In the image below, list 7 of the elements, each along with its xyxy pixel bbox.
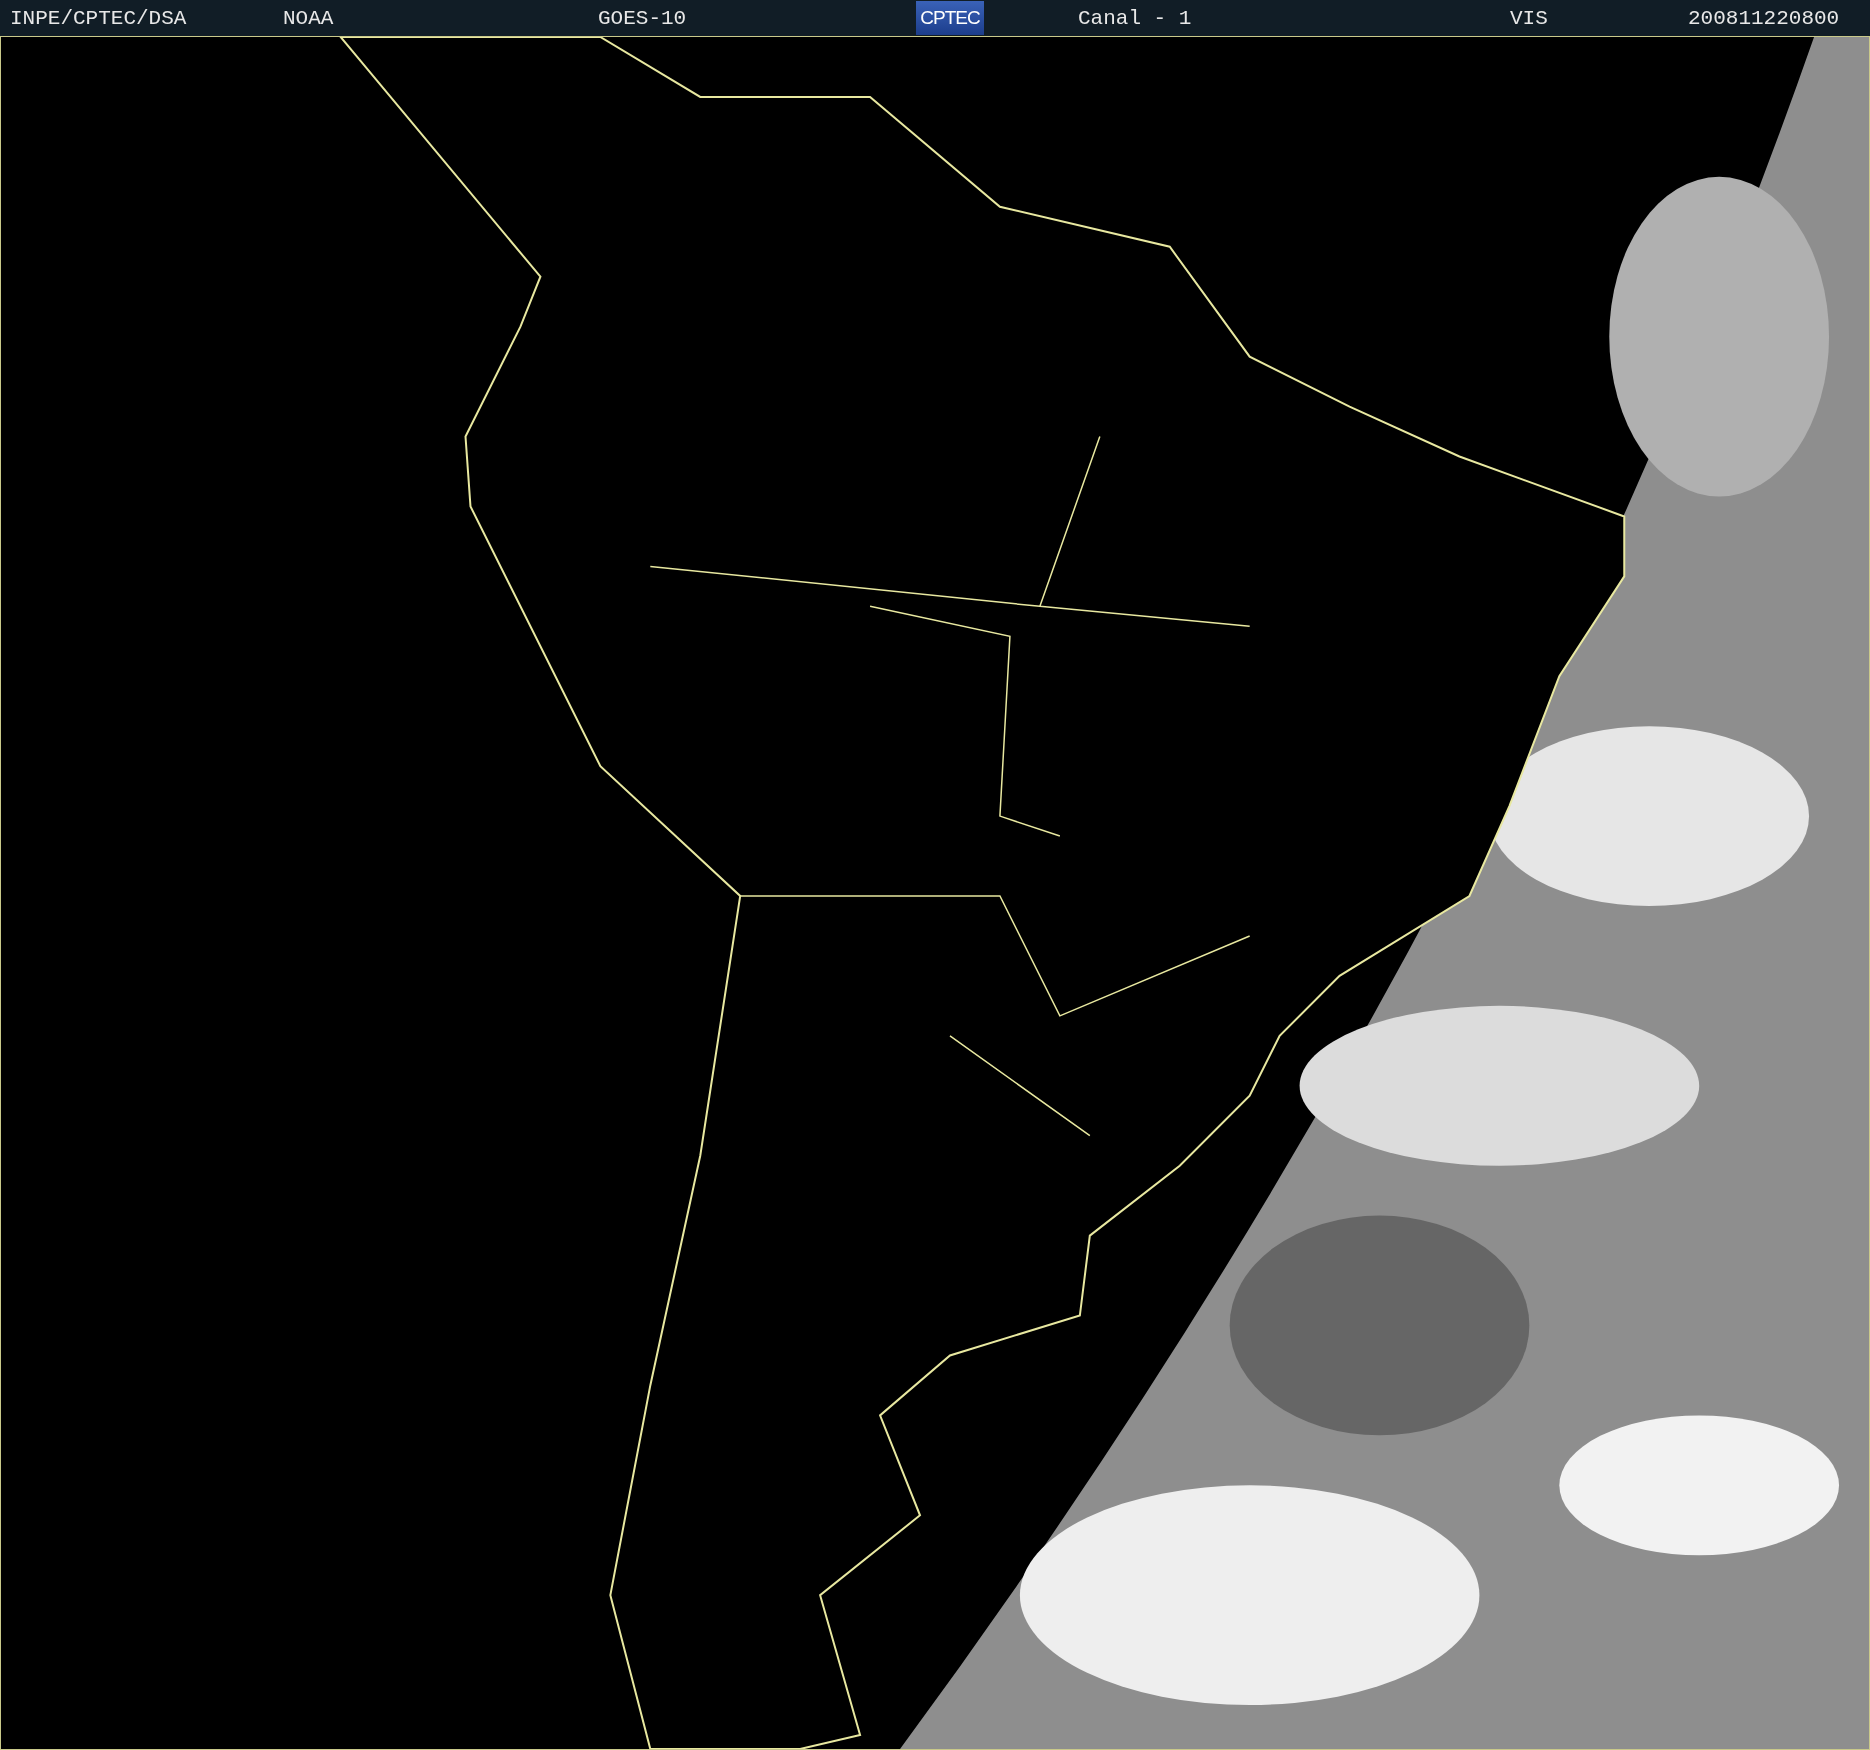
- header-label: NOAA: [283, 6, 334, 30]
- header-label: 200811220800: [1688, 6, 1840, 30]
- logo: CPTEC: [916, 1, 984, 35]
- header-label: VIS: [1510, 6, 1548, 30]
- header-label: Canal - 1: [1078, 6, 1192, 30]
- header-label: GOES-10: [598, 6, 687, 30]
- header-label: INPE/CPTEC/DSA: [10, 6, 187, 30]
